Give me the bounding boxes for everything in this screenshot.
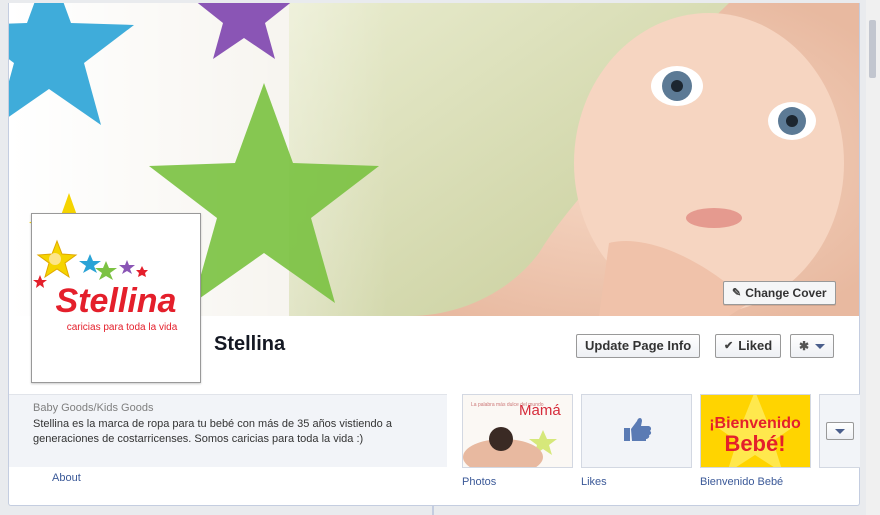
bienvenido-thumbnail: ¡Bienvenido Bebé! (701, 395, 810, 467)
bienvenido-thumb-line2: Bebé! (724, 431, 785, 456)
logo-tagline: caricias para toda la vida (67, 322, 178, 333)
chevron-down-icon (815, 343, 825, 349)
page-container: ✎ Change Cover Stellina caricias para to… (8, 3, 860, 506)
liked-label: Liked (738, 338, 773, 353)
logo-wordmark: Stellina (56, 282, 177, 320)
brand-logo: Stellina caricias para toda la vida (33, 239, 178, 333)
app-tile-photos[interactable]: La palabra más dulce del mundo Mamá (462, 394, 573, 468)
gear-icon: ✱ (799, 339, 810, 353)
thumbs-up-icon (624, 418, 652, 441)
page-title: Stellina (214, 333, 286, 355)
change-cover-button[interactable]: ✎ Change Cover (723, 281, 836, 305)
update-page-info-button[interactable]: Update Page Info (576, 334, 701, 358)
about-box: Baby Goods/Kids Goods Stellina es la mar… (9, 394, 447, 467)
update-page-info-label: Update Page Info (585, 338, 692, 353)
profile-picture[interactable]: Stellina caricias para toda la vida (31, 213, 201, 383)
photos-thumb-title: Mamá (519, 402, 561, 419)
about-link[interactable]: About (52, 472, 81, 484)
check-icon: ✔ (724, 340, 734, 352)
more-apps-button[interactable] (826, 422, 854, 440)
page-description: Stellina es la marca de ropa para tu beb… (33, 418, 392, 445)
app-tile-bienvenido-bebe[interactable]: ¡Bienvenido Bebé! (700, 394, 811, 468)
app-label-likes[interactable]: Likes (581, 476, 607, 488)
app-label-bienvenido-bebe[interactable]: Bienvenido Bebé (700, 476, 783, 488)
app-label-photos[interactable]: Photos (462, 476, 496, 488)
change-cover-label: Change Cover (745, 286, 827, 300)
page-category: Baby Goods/Kids Goods (33, 402, 154, 414)
bienvenido-thumb-line1: ¡Bienvenido (709, 415, 801, 432)
liked-button[interactable]: ✔ Liked (715, 334, 782, 358)
photos-thumbnail: La palabra más dulce del mundo Mamá (463, 395, 572, 467)
app-tile-likes[interactable] (581, 394, 692, 468)
settings-menu-button[interactable]: ✱ (790, 334, 834, 358)
chevron-down-icon (835, 428, 845, 434)
pencil-icon: ✎ (732, 287, 742, 299)
scrollbar-thumb[interactable] (869, 20, 876, 78)
timeline-divider (432, 505, 434, 515)
